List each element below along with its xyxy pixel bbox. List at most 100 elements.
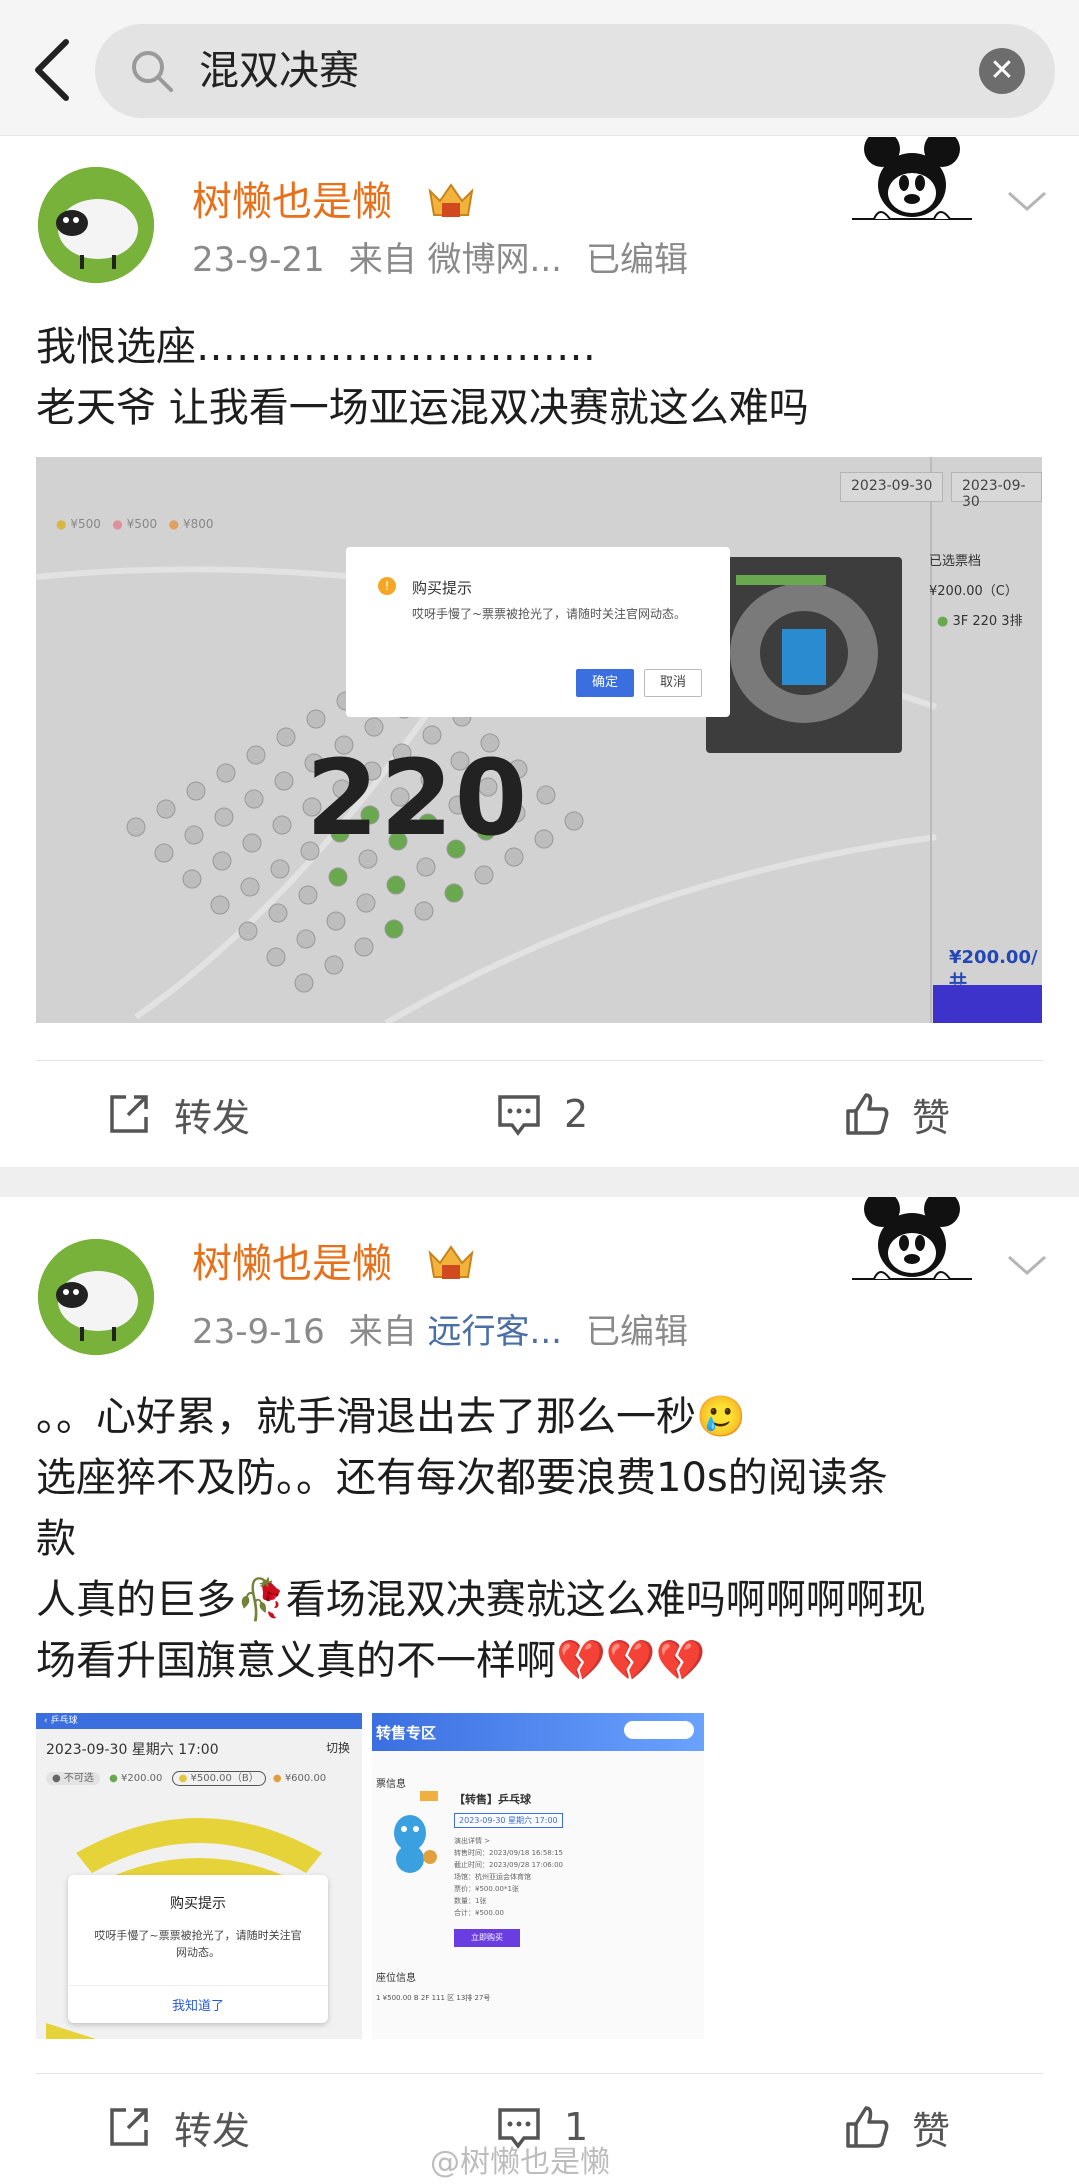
seat-dot (268, 903, 288, 923)
seat-dot (354, 937, 374, 957)
seat-dot (364, 717, 384, 737)
seat-dot (238, 921, 258, 941)
cancel-button: 取消 (644, 669, 702, 697)
like-label: 赞 (912, 2108, 951, 2153)
seat-dot (216, 763, 236, 783)
seat-dot (240, 877, 260, 897)
avatar[interactable] (38, 167, 154, 283)
like-label: 赞 (912, 1095, 951, 1140)
weibo-watermark: @树懒也是懒 (430, 2145, 610, 2180)
chevron-down-icon[interactable] (1003, 1247, 1051, 1283)
post-separator (0, 1167, 1079, 1197)
seat-dot (126, 817, 146, 837)
purchase-dialog: ! 购买提示 哎呀手慢了~票票被抢光了，请随时关注官网动态。 确定 取消 (346, 547, 730, 717)
seat-dot (266, 947, 286, 967)
seat-dot (564, 811, 584, 831)
buy-now-button: 立即购买 (454, 1929, 520, 1947)
seat-dot (274, 771, 294, 791)
clear-search-icon[interactable]: ✕ (979, 48, 1025, 94)
seat-dot (156, 799, 176, 819)
repost-button[interactable]: 转发 (104, 1086, 250, 1142)
post-meta: 23-9-21 来自 微博网... 已编辑 (192, 237, 688, 283)
username[interactable]: 树懒也是懒 (192, 1237, 392, 1291)
seat-map-drawing (36, 457, 1042, 1023)
seat-dot (416, 857, 436, 877)
seat-dot (246, 745, 266, 765)
seat-dot (356, 893, 376, 913)
seat-dot (212, 851, 232, 871)
price-legend: ● ¥500 ● ¥500 ● ¥800 (56, 517, 214, 531)
banner-tag (624, 1721, 694, 1739)
seat-dot (186, 781, 206, 801)
search-input[interactable]: 混双决赛 ✕ (95, 24, 1055, 118)
seat-dot (270, 859, 290, 879)
chevron-down-icon[interactable] (1003, 183, 1051, 219)
repost-label: 转发 (174, 2108, 251, 2153)
seat-dot (386, 875, 406, 895)
post-text-line: 场看升国旗意义真的不一样啊💔💔💔 (36, 1638, 706, 1684)
mickey-decoration-icon (852, 137, 972, 220)
search-icon (132, 51, 173, 92)
dialog-message: 哎呀手慢了~票票被抢光了，请随时关注官网动态。 (412, 607, 687, 621)
item-title: 【转售】乒乓球 (454, 1793, 531, 1806)
like-button[interactable]: 赞 (842, 1086, 950, 1142)
like-button[interactable]: 赞 (842, 2099, 950, 2155)
username[interactable]: 树懒也是懒 (192, 175, 392, 229)
seat-dot (296, 929, 316, 949)
seat-dot (214, 807, 234, 827)
seat-dot (328, 867, 348, 887)
seat-dot (414, 901, 434, 921)
back-arrow-icon[interactable] (18, 30, 88, 110)
post-text-line: 我恨选座………………………… (36, 324, 596, 370)
avatar[interactable] (38, 1239, 154, 1355)
seat-dot (474, 865, 494, 885)
source-name: 微博网... (427, 240, 562, 280)
comment-button[interactable]: 2 (494, 1086, 588, 1142)
comment-icon (498, 1095, 540, 1136)
warning-icon: ! (378, 577, 396, 595)
dialog-title: 购买提示 (412, 579, 473, 597)
search-query: 混双决赛 (199, 48, 359, 94)
post-image[interactable]: ‹ 乒乓球 2023-09-30 星期六 17:00 切换 ● 不可选 ● ¥2… (36, 1713, 362, 2039)
search-header: 混双决赛 ✕ (0, 0, 1079, 136)
vip-crown-icon (428, 183, 474, 217)
dialog-title: 购买提示 (170, 1896, 226, 1912)
item-date: 2023-09-30 星期六 17:00 (454, 1813, 563, 1828)
post-text-line: 款 (36, 1516, 76, 1562)
source-label: 来自 远行客... (348, 1312, 562, 1352)
seat-dot (244, 789, 264, 809)
seat-dot (182, 869, 202, 889)
thumbs-up-icon (846, 1093, 889, 1135)
seat-dot (444, 883, 464, 903)
confirm-button: 确定 (576, 669, 634, 697)
section-number: 220 (306, 737, 530, 859)
weibo-post: 树懒也是懒 23-9-21 来自 微博网... 已编辑 我恨选座…………………………… (0, 137, 1079, 1167)
seat-dot (276, 727, 296, 747)
post-image[interactable]: 2023-09-30 2023-09-30 ● ¥500 ● ¥500 ● ¥8… (36, 457, 1042, 1023)
purchase-dialog: 购买提示 哎呀手慢了~票票被抢光了，请随时关注官网动态。 我知道了 (68, 1875, 328, 2023)
comment-count: 2 (564, 1092, 589, 1136)
date-tag: 2023-09-30 (840, 472, 944, 502)
mickey-decoration-icon (852, 1197, 972, 1280)
seat-dot (294, 973, 314, 993)
seat-dot (184, 825, 204, 845)
seat-dot (384, 919, 404, 939)
post-text: 我恨选座………………………… 老天爷 让我看一场亚运混双决赛就这么难吗 (36, 317, 1043, 439)
post-image[interactable]: 转售专区 票信息 【转售】乒乓球 2023-09-30 星期六 17:00 演出… (372, 1713, 704, 2039)
mascot-image (394, 1815, 437, 1873)
action-bar: 转发 2 赞 (0, 1060, 1079, 1170)
post-date: 23-9-16 (192, 1312, 325, 1352)
repost-button[interactable]: 转发 (104, 2099, 250, 2155)
source-label: 来自 微博网... (348, 240, 562, 280)
repost-label: 转发 (174, 1095, 251, 1140)
source-link: 远行客... (427, 1312, 562, 1352)
seat-dot (210, 895, 230, 915)
dialog-ok-button: 我知道了 (171, 1999, 224, 2014)
seat-dot (272, 815, 292, 835)
seat-dot (242, 833, 262, 853)
post-text: 。。心好累，就手滑退出去了那么一秒🥲 选座猝不及防。。还有每次都要浪费10s的阅… (36, 1387, 1043, 1692)
post-text-line: 老天爷 让我看一场亚运混双决赛就这么难吗 (36, 385, 809, 431)
seat-row: 1 ¥500.00 B 2F 111 区 13排 27号 (376, 1994, 491, 2002)
thumbs-up-icon (846, 2106, 889, 2148)
post-text-line: 。。心好累，就手滑退出去了那么一秒🥲 (36, 1394, 746, 1440)
